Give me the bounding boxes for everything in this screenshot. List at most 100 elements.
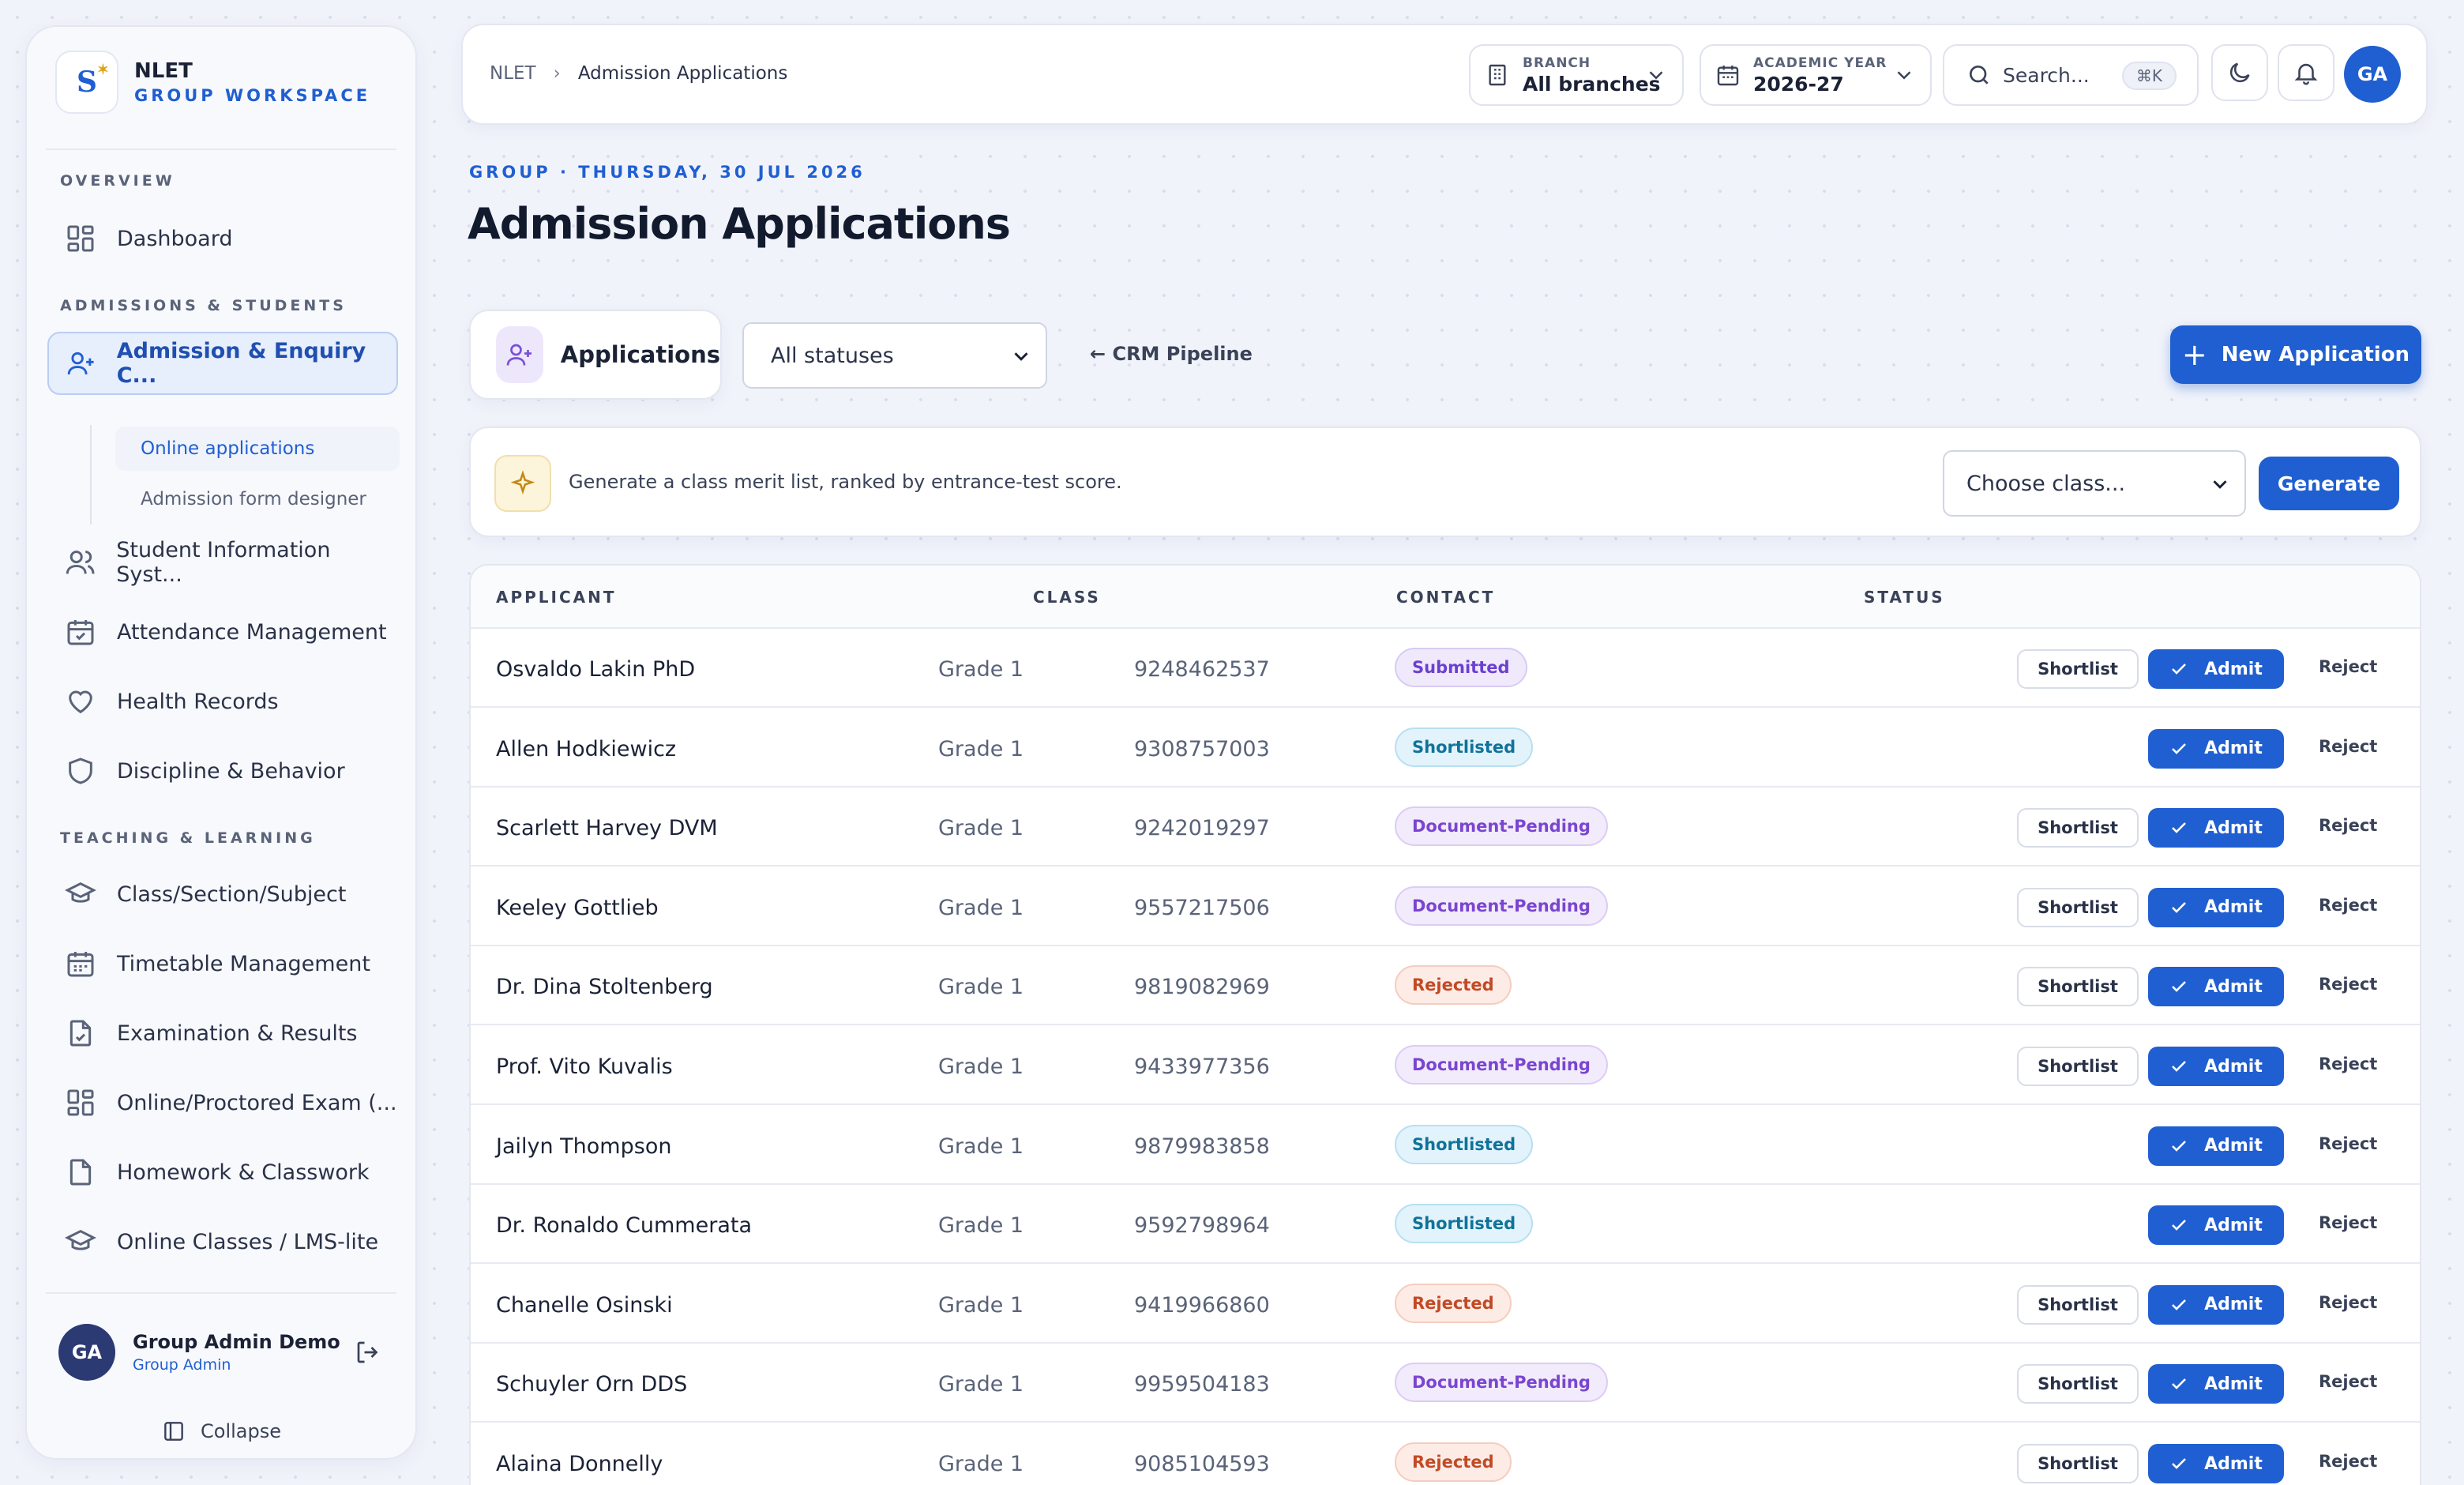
admit-label: Admit: [2204, 1056, 2263, 1077]
sidebar-item-sis[interactable]: Student Information Syst...: [47, 531, 398, 594]
applicant-contact: 9959504183: [1134, 1372, 1270, 1397]
shortlist-button[interactable]: Shortlist: [2017, 1364, 2139, 1404]
reject-button[interactable]: Reject: [2319, 1213, 2377, 1232]
column-status[interactable]: STATUS: [1864, 588, 1945, 607]
notifications-button[interactable]: [2278, 44, 2334, 101]
table-row[interactable]: Jailyn Thompson Grade 1 9879983858 Shortlis…: [471, 1106, 2420, 1185]
shortlist-button[interactable]: Shortlist: [2017, 967, 2139, 1007]
user-avatar-button[interactable]: GA: [2344, 46, 2401, 103]
generate-button[interactable]: Generate: [2259, 457, 2399, 510]
admit-button[interactable]: Admit: [2148, 1364, 2284, 1404]
crm-pipeline-link[interactable]: ← CRM Pipeline: [1090, 343, 1253, 365]
shortlist-button[interactable]: Shortlist: [2017, 887, 2139, 927]
admit-button[interactable]: Admit: [2148, 1047, 2284, 1086]
status-badge: Shortlisted: [1395, 1124, 1534, 1164]
admit-button[interactable]: Admit: [2148, 967, 2284, 1007]
applicant-class: Grade 1: [938, 1055, 1024, 1079]
status-badge: Rejected: [1395, 1442, 1512, 1482]
applicant-contact: 9557217506: [1134, 895, 1270, 920]
brand[interactable]: S ✶ NLET GROUP WORKSPACE: [55, 51, 370, 114]
sidebar-item-health[interactable]: Health Records: [47, 670, 398, 733]
reject-button[interactable]: Reject: [2319, 1293, 2377, 1312]
applicant-contact: 9248462537: [1134, 657, 1270, 682]
table-row[interactable]: Dr. Ronaldo Cummerata Grade 1 9592798964 Sh…: [471, 1185, 2420, 1265]
new-application-button[interactable]: + New Application: [2170, 325, 2421, 384]
search-input[interactable]: Search... ⌘K: [1943, 44, 2199, 106]
column-contact[interactable]: CONTACT: [1396, 588, 1495, 607]
user-plus-icon: [496, 326, 543, 383]
sidebar-item-online-exam[interactable]: Online/Proctored Exam (...: [47, 1071, 398, 1134]
sidebar-item-exams[interactable]: Examination & Results: [47, 1002, 398, 1065]
collapse-button[interactable]: Collapse: [27, 1419, 415, 1444]
table-row[interactable]: Dr. Dina Stoltenberg Grade 1 9819082969 Rej…: [471, 946, 2420, 1026]
theme-toggle-button[interactable]: [2211, 44, 2268, 101]
check-icon: [2172, 1140, 2187, 1152]
check-icon: [2172, 901, 2187, 913]
admit-button[interactable]: Admit: [2148, 1126, 2284, 1166]
shortlist-button[interactable]: Shortlist: [2017, 1444, 2139, 1483]
sidebar-item-lms[interactable]: Online Classes / LMS-lite: [47, 1210, 398, 1273]
graduation-cap-icon: [65, 878, 96, 910]
shortlist-button[interactable]: Shortlist: [2017, 649, 2139, 689]
sidebar-subitem-online-applications[interactable]: Online applications: [115, 427, 400, 471]
sidebar-item-timetable[interactable]: Timetable Management: [47, 932, 398, 995]
sidebar-item-attendance[interactable]: Attendance Management: [47, 600, 398, 664]
sidebar-subitem-form-designer[interactable]: Admission form designer: [115, 477, 400, 521]
user-card[interactable]: GA Group Admin Demo Group Admin: [47, 1299, 398, 1406]
branch-select[interactable]: BRANCH All branches: [1469, 44, 1684, 106]
tab-applications[interactable]: Applications: [469, 310, 722, 400]
collapse-label: Collapse: [201, 1420, 281, 1442]
class-select[interactable]: Choose class...: [1943, 450, 2246, 517]
applicant-class: Grade 1: [938, 1213, 1024, 1239]
shortlist-button[interactable]: Shortlist: [2017, 1047, 2139, 1086]
breadcrumb-separator: ›: [553, 63, 561, 84]
table-row[interactable]: Chanelle Osinski Grade 1 9419966860 Rejecte…: [471, 1265, 2420, 1344]
table-row[interactable]: Allen Hodkiewicz Grade 1 9308757003 Shortli…: [471, 709, 2420, 788]
reject-button[interactable]: Reject: [2319, 1055, 2377, 1073]
reject-button[interactable]: Reject: [2319, 657, 2377, 676]
table-row[interactable]: Osvaldo Lakin PhD Grade 1 9248462537 Submit…: [471, 629, 2420, 708]
admit-button[interactable]: Admit: [2148, 728, 2284, 769]
table-row[interactable]: Keeley Gottlieb Grade 1 9557217506 Document…: [471, 867, 2420, 946]
sidebar-item-homework[interactable]: Homework & Classwork: [47, 1141, 398, 1204]
breadcrumb-root[interactable]: NLET: [490, 63, 536, 84]
sidebar-item-dashboard[interactable]: Dashboard: [47, 207, 398, 270]
section-teaching: TEACHING & LEARNING: [60, 829, 316, 847]
table-row[interactable]: Alaina Donnelly Grade 1 9085104593 Rejected…: [471, 1423, 2420, 1485]
admit-button[interactable]: Admit: [2148, 649, 2284, 689]
sidebar-item-admission[interactable]: Admission & Enquiry C...: [47, 332, 398, 395]
admit-button[interactable]: Admit: [2148, 1444, 2284, 1483]
reject-button[interactable]: Reject: [2319, 975, 2377, 994]
admit-button[interactable]: Admit: [2148, 887, 2284, 927]
reject-button[interactable]: Reject: [2319, 1452, 2377, 1471]
status-filter-select[interactable]: All statuses: [742, 322, 1047, 389]
check-icon: [2172, 742, 2187, 754]
admit-label: Admit: [2204, 1215, 2263, 1235]
academic-year-select[interactable]: ACADEMIC YEAR 2026-27: [1700, 44, 1932, 106]
sidebar-item-label: Examination & Results: [117, 1021, 358, 1046]
reject-button[interactable]: Reject: [2319, 816, 2377, 835]
tab-label: Applications: [560, 341, 720, 368]
reject-button[interactable]: Reject: [2319, 1134, 2377, 1153]
reject-button[interactable]: Reject: [2319, 1372, 2377, 1391]
table-row[interactable]: Scarlett Harvey DVM Grade 1 9242019297 Docu…: [471, 788, 2420, 867]
file-icon: [65, 1156, 96, 1188]
sidebar-item-discipline[interactable]: Discipline & Behavior: [47, 739, 398, 803]
shortlist-button[interactable]: Shortlist: [2017, 1284, 2139, 1325]
shortlist-button[interactable]: Shortlist: [2017, 808, 2139, 848]
applicant-contact: 9085104593: [1134, 1452, 1270, 1476]
column-class[interactable]: CLASS: [1033, 588, 1101, 607]
chevron-down-icon: [1892, 63, 1916, 87]
column-applicant[interactable]: APPLICANT: [496, 588, 617, 607]
admit-button[interactable]: Admit: [2148, 808, 2284, 848]
grid-icon: [65, 1087, 96, 1118]
logout-icon[interactable]: [354, 1338, 382, 1367]
status-badge: Document-Pending: [1395, 806, 1608, 847]
admit-button[interactable]: Admit: [2148, 1284, 2284, 1325]
reject-button[interactable]: Reject: [2319, 737, 2377, 756]
reject-button[interactable]: Reject: [2319, 896, 2377, 915]
table-row[interactable]: Prof. Vito Kuvalis Grade 1 9433977356 Docum…: [471, 1026, 2420, 1105]
admit-button[interactable]: Admit: [2148, 1205, 2284, 1246]
sidebar-item-classes[interactable]: Class/Section/Subject: [47, 863, 398, 926]
table-row[interactable]: Schuyler Orn DDS Grade 1 9959504183 Documen…: [471, 1344, 2420, 1423]
